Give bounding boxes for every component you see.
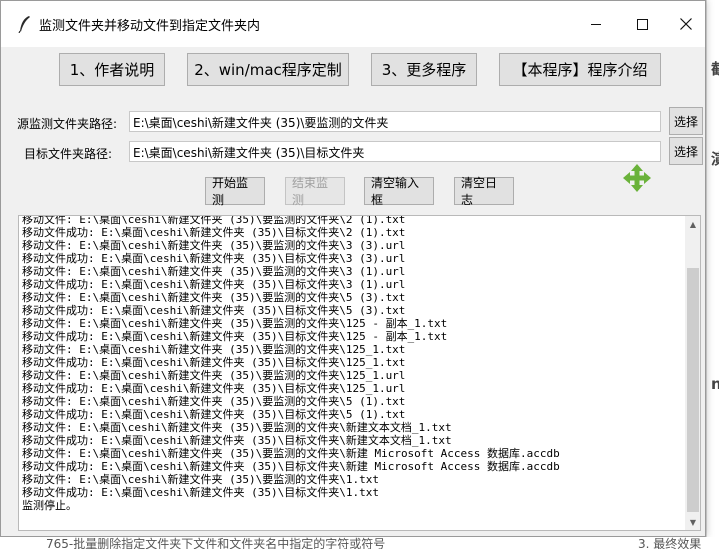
log-line: 移动文件: E:\桌面\ceshi\新建文件夹 (35)\要监测的文件夹\新建 …	[22, 447, 560, 460]
clear-log-button[interactable]: 清空日志	[454, 176, 514, 207]
scroll-up-icon[interactable]: ▲	[685, 216, 700, 232]
log-lines: 移动文件: E:\桌面\ceshi\新建文件夹 (35)\要监测的文件夹\2 (…	[22, 215, 682, 512]
author-info-button[interactable]: 1、作者说明	[59, 53, 165, 86]
scroll-down-icon[interactable]: ▼	[685, 514, 700, 530]
feather-icon	[18, 16, 30, 33]
log-line: 移动文件: E:\桌面\ceshi\新建文件夹 (35)\要监测的文件夹\3 (…	[22, 239, 406, 252]
log-line: 移动文件: E:\桌面\ceshi\新建文件夹 (35)\要监测的文件夹\2 (…	[22, 215, 406, 226]
log-line: 移动文件成功: E:\桌面\ceshi\新建文件夹 (35)\目标文件夹\新建文…	[22, 434, 452, 447]
clear-input-button[interactable]: 清空输入框	[364, 176, 434, 207]
title-bar: 监测文件夹并移动文件到指定文件夹内	[1, 1, 705, 47]
log-line: 移动文件: E:\桌面\ceshi\新建文件夹 (35)\要监测的文件夹\1.t…	[22, 473, 379, 486]
background-window-edge: 截 演 n	[706, 0, 719, 549]
log-line: 移动文件: E:\桌面\ceshi\新建文件夹 (35)\要监测的文件夹\新建文…	[22, 421, 452, 434]
maximize-icon	[636, 18, 648, 30]
start-monitor-button[interactable]: 开始监测	[205, 176, 265, 207]
source-path-label: 源监测文件夹路径:	[17, 117, 118, 131]
background-window-bottom: 765-批量删除指定文件夹下文件和文件夹名中指定的字符或符号 3. 最终效果	[0, 537, 719, 549]
program-intro-button[interactable]: 【本程序】程序介绍	[499, 53, 661, 86]
background-text: 3. 最终效果	[638, 537, 702, 549]
log-line: 移动文件: E:\桌面\ceshi\新建文件夹 (35)\要监测的文件夹\125…	[22, 343, 406, 356]
log-line: 移动文件成功: E:\桌面\ceshi\新建文件夹 (35)\目标文件夹\5 (…	[22, 304, 406, 317]
target-select-button[interactable]: 选择	[669, 137, 703, 165]
source-select-button[interactable]: 选择	[669, 107, 703, 135]
log-line: 移动文件成功: E:\桌面\ceshi\新建文件夹 (35)\目标文件夹\125…	[22, 330, 448, 343]
log-line: 移动文件成功: E:\桌面\ceshi\新建文件夹 (35)\目标文件夹\2 (…	[22, 226, 406, 239]
custom-program-button[interactable]: 2、win/mac程序定制	[187, 53, 349, 86]
log-line: 移动文件: E:\桌面\ceshi\新建文件夹 (35)\要监测的文件夹\3 (…	[22, 265, 406, 278]
target-path-input[interactable]: E:\桌面\ceshi\新建文件夹 (35)\目标文件夹	[129, 141, 661, 162]
background-text: 765-批量删除指定文件夹下文件和文件夹名中指定的字符或符号	[46, 537, 386, 549]
stop-monitor-button[interactable]: 结束监测	[285, 176, 345, 207]
target-path-label: 目标文件夹路径:	[24, 147, 113, 161]
log-line: 移动文件: E:\桌面\ceshi\新建文件夹 (35)\要监测的文件夹\5 (…	[22, 395, 406, 408]
top-button-bar: 1、作者说明 2、win/mac程序定制 3、更多程序 【本程序】程序介绍	[1, 47, 705, 101]
more-programs-button[interactable]: 3、更多程序	[371, 53, 477, 86]
minimize-icon	[591, 23, 601, 25]
log-line: 移动文件成功: E:\桌面\ceshi\新建文件夹 (35)\目标文件夹\1.t…	[22, 486, 379, 499]
log-scrollbar[interactable]: ▲ ▼	[685, 216, 700, 530]
app-window: 监测文件夹并移动文件到指定文件夹内 1、作者说明 2、win/mac程序定制 3…	[0, 0, 706, 537]
log-line: 移动文件成功: E:\桌面\ceshi\新建文件夹 (35)\目标文件夹\新建 …	[22, 460, 560, 473]
background-glyph: n	[711, 375, 719, 393]
log-line: 移动文件成功: E:\桌面\ceshi\新建文件夹 (35)\目标文件夹\5 (…	[22, 408, 406, 421]
minimize-button[interactable]	[573, 1, 619, 47]
log-line: 移动文件成功: E:\桌面\ceshi\新建文件夹 (35)\目标文件夹\125…	[22, 356, 406, 369]
close-button[interactable]	[663, 1, 709, 47]
log-textbox[interactable]: 移动文件: E:\桌面\ceshi\新建文件夹 (35)\要监测的文件夹\2 (…	[18, 215, 701, 531]
log-line: 移动文件: E:\桌面\ceshi\新建文件夹 (35)\要监测的文件夹\125…	[22, 317, 448, 330]
log-line: 移动文件: E:\桌面\ceshi\新建文件夹 (35)\要监测的文件夹\125…	[22, 369, 406, 382]
log-line: 移动文件成功: E:\桌面\ceshi\新建文件夹 (35)\目标文件夹\3 (…	[22, 278, 406, 291]
move-arrows-icon	[623, 164, 651, 192]
log-line: 移动文件: E:\桌面\ceshi\新建文件夹 (35)\要监测的文件夹\5 (…	[22, 291, 406, 304]
log-line: 移动文件成功: E:\桌面\ceshi\新建文件夹 (35)\目标文件夹\3 (…	[22, 252, 406, 265]
source-path-input[interactable]: E:\桌面\ceshi\新建文件夹 (35)\要监测的文件夹	[129, 111, 661, 132]
close-icon	[680, 18, 692, 30]
background-glyph: 演	[711, 150, 719, 168]
maximize-button[interactable]	[619, 1, 665, 47]
window-title: 监测文件夹并移动文件到指定文件夹内	[39, 19, 261, 34]
log-line: 监测停止。	[22, 499, 77, 512]
log-line: 移动文件成功: E:\桌面\ceshi\新建文件夹 (35)\目标文件夹\125…	[22, 382, 406, 395]
background-glyph: 截	[711, 60, 719, 78]
scroll-thumb[interactable]	[687, 268, 699, 512]
